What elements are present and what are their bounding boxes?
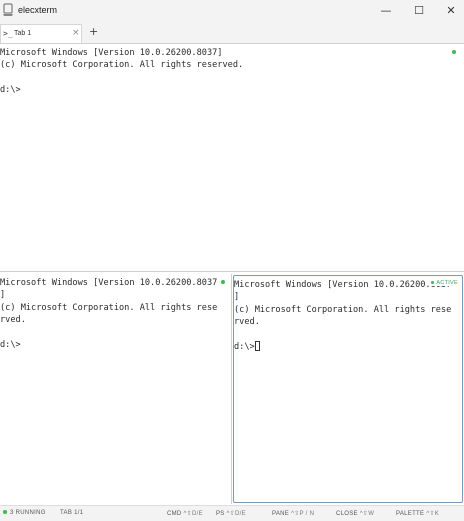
shortcut-cmd-label: CMD	[167, 511, 182, 517]
shortcut-pane[interactable]: PANE ^⇧P / N	[272, 510, 314, 517]
terminal-output: Microsoft Windows [Version 10.0.26200.80…	[0, 48, 244, 96]
close-button[interactable]: ✕	[444, 4, 458, 18]
shortcut-ps-key: ^⇧D/E	[226, 511, 246, 517]
shortcut-palette[interactable]: PALETTE ^⇧K	[396, 510, 439, 517]
tab-1[interactable]: >_ Tab 1 ×	[0, 24, 82, 43]
pane-status-dot-icon	[221, 280, 225, 284]
terminal-output: Microsoft Windows [Version 10.0.26200.80…	[0, 278, 218, 351]
shortcut-pane-key: ^⇧P / N	[291, 511, 315, 517]
pane-status-dot-icon	[452, 50, 456, 54]
active-dot-icon	[431, 281, 435, 285]
active-badge-label: ACTIVE	[436, 280, 458, 286]
shortcut-pane-label: PANE	[272, 511, 290, 517]
shortcut-close-label: CLOSE	[336, 511, 358, 517]
shortcut-ps-label: PS	[216, 511, 225, 517]
shortcut-palette-key: ^⇧K	[426, 511, 440, 517]
shortcut-ps[interactable]: PS ^⇧D/E	[216, 510, 246, 517]
window-title: elecxterm	[18, 5, 58, 15]
terminal-pane-top[interactable]: Microsoft Windows [Version 10.0.26200.80…	[0, 44, 464, 272]
title-bar: elecxterm — ☐ ✕	[0, 0, 464, 22]
tab-indicator: TAB 1/1	[60, 510, 84, 516]
running-count: 3 RUNNING	[10, 510, 46, 516]
terminal-prompt-icon: >_	[3, 29, 13, 38]
text-cursor	[254, 341, 260, 352]
shortcut-cmd-key: ^⇧D/E	[183, 511, 203, 517]
terminal-output-text: Microsoft Windows [Version 10.0.26200.80…	[234, 280, 452, 353]
terminal-pane-bottom-right[interactable]: Microsoft Windows [Version 10.0.26200.80…	[233, 275, 463, 503]
active-pane-badge: ACTIVE	[430, 280, 459, 286]
tab-bar: >_ Tab 1 × +	[0, 22, 464, 44]
minimize-button[interactable]: —	[379, 4, 393, 18]
running-indicator: 3 RUNNING	[3, 510, 46, 516]
new-tab-button[interactable]: +	[89, 25, 98, 38]
tab-close-icon[interactable]: ×	[72, 28, 80, 38]
tab-label: Tab 1	[14, 30, 32, 37]
terminal-output: Microsoft Windows [Version 10.0.26200.80…	[234, 279, 451, 353]
maximize-button[interactable]: ☐	[412, 4, 426, 18]
terminal-pane-bottom-left[interactable]: Microsoft Windows [Version 10.0.26200.80…	[0, 274, 232, 504]
shortcut-cmd[interactable]: CMD ^⇧D/E	[167, 510, 203, 517]
shortcut-close[interactable]: CLOSE ^⇧W	[336, 510, 374, 517]
shortcut-palette-label: PALETTE	[396, 511, 425, 517]
shortcut-close-key: ^⇧W	[359, 511, 375, 517]
running-dot-icon	[3, 510, 7, 515]
app-logo-icon	[3, 3, 13, 16]
status-bar: 3 RUNNING TAB 1/1 CMD ^⇧D/E PS ^⇧D/E PAN…	[0, 505, 464, 521]
